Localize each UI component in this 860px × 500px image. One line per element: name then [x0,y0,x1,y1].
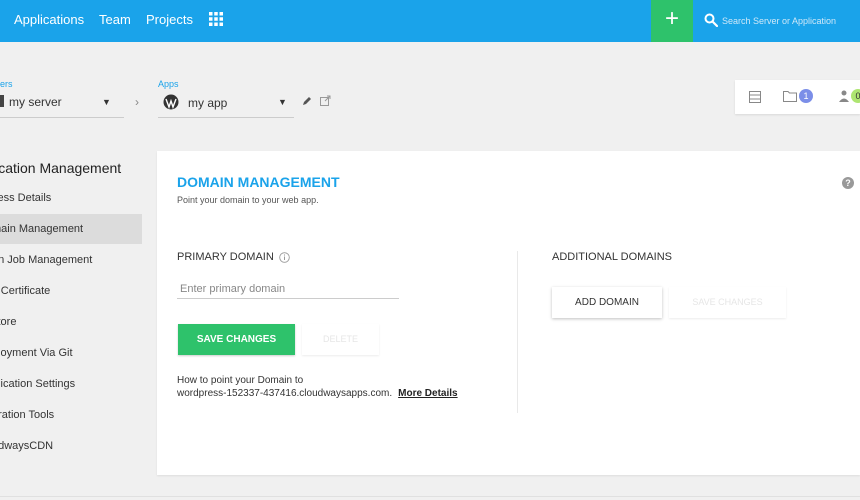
user-icon[interactable] [839,90,849,102]
servers-breadcrumb-label[interactable]: ers [0,79,13,89]
help-icon[interactable]: ? [842,177,854,189]
add-new-button[interactable]: + [651,0,693,42]
svg-text:?: ? [845,178,851,188]
column-divider [517,251,518,413]
apps-grid-icon[interactable] [209,12,223,26]
sidebar-item-restore[interactable]: store [0,307,142,337]
top-nav-bar: Applications Team Projects + [0,0,860,42]
nav-applications[interactable]: Applications [14,12,84,27]
how-to-line-2: wordpress-152337-437416.cloudwaysapps.co… [177,387,458,400]
page-title: DOMAIN MANAGEMENT [177,174,340,190]
app-quick-icons-panel: 1 0 [735,80,860,114]
apps-breadcrumb-label[interactable]: Apps [158,79,179,89]
app-selector-underline [158,117,294,118]
app-url-text: wordpress-152337-437416.cloudwaysapps.co… [177,388,393,399]
pencil-edit-icon[interactable] [302,96,312,106]
external-link-icon[interactable] [320,95,331,106]
how-to-point-domain-text: How to point your Domain to wordpress-15… [177,374,458,400]
sidebar-item-access-details[interactable]: cess Details [0,183,142,213]
sidebar-item-ssl-certificate[interactable]: L Certificate [0,276,142,306]
sidebar-title: lication Management [0,160,122,176]
save-changes-button[interactable]: SAVE CHANGES [178,324,295,355]
app-selector[interactable]: my app [188,96,227,110]
sidebar-item-cron-job-management[interactable]: on Job Management [0,245,142,275]
sidebar-item-cloudwayscdn[interactable]: udwaysCDN [0,431,142,461]
info-icon[interactable] [279,252,290,263]
sidebar-item-deployment-via-git[interactable]: ployment Via Git [0,338,142,368]
folder-count-badge: 1 [799,89,813,103]
primary-domain-label: PRIMARY DOMAIN [177,251,274,263]
additional-domains-label: ADDITIONAL DOMAINS [552,251,672,263]
footer-divider [0,496,860,497]
sidebar-item-application-settings[interactable]: plication Settings [0,369,142,399]
delete-button[interactable]: DELETE [302,324,379,355]
user-count-badge: 0 [851,89,860,103]
more-details-link[interactable]: More Details [398,388,457,399]
sidebar-item-domain-management[interactable]: main Management [0,214,142,244]
page-subtitle: Point your domain to your web app. [177,195,319,205]
server-selector-underline [0,117,124,118]
server-dropdown-caret-icon[interactable]: ▼ [102,97,111,107]
nav-team[interactable]: Team [99,12,131,27]
server-icon [0,95,4,107]
save-additional-domains-button[interactable]: SAVE CHANGES [669,287,786,318]
folder-icon[interactable] [783,90,797,102]
domain-management-card: DOMAIN MANAGEMENT Point your domain to y… [157,151,860,475]
add-domain-button[interactable]: ADD DOMAIN [552,287,662,318]
search-box [704,10,860,32]
primary-domain-input[interactable] [177,279,399,299]
wordpress-icon [163,94,179,110]
how-to-line-1: How to point your Domain to [177,375,304,386]
search-input[interactable] [722,10,860,32]
breadcrumb-separator: › [135,95,139,109]
server-selector[interactable]: my server [9,95,62,109]
app-dropdown-caret-icon[interactable]: ▼ [278,97,287,107]
nav-projects[interactable]: Projects [146,12,193,27]
list-icon[interactable] [749,91,761,103]
search-icon [704,13,718,27]
sidebar-item-migration-tools[interactable]: gration Tools [0,400,142,430]
